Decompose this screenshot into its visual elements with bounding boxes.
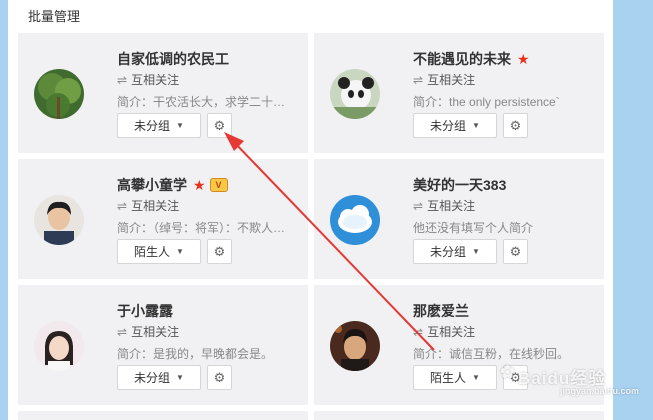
mutual-follow-icon: ⇌ [413,324,424,339]
caret-down-icon: ▼ [176,121,184,130]
gear-icon: ⚙ [509,243,522,259]
group-select-button[interactable]: 未分组 ▼ [117,113,201,138]
settings-button[interactable]: ⚙ [207,113,232,138]
red-star-icon: ★ [193,177,206,193]
user-card: 高攀小童学 ★ V ⇌ 互相关注 简介：（绰号：将军）：不欺人… 陌生人 ▼ ⚙ [18,159,308,279]
user-intro: 简介：the only persistence` [413,95,560,109]
gear-icon: ⚙ [213,369,226,385]
user-card: 于小露露 ⇌ 互相关注 简介：是我的，早晚都会是。 未分组 ▼ ⚙ [18,285,308,405]
baidu-watermark: ✿ Baidu经验 jingyan.baidu.com [500,358,650,402]
caret-down-icon: ▼ [176,247,184,256]
user-card-partial [18,411,308,420]
gear-icon: ⚙ [509,117,522,133]
settings-button[interactable]: ⚙ [503,239,528,264]
user-card-partial [314,411,604,420]
group-select-button[interactable]: 未分组 ▼ [117,365,201,390]
settings-button[interactable]: ⚙ [207,365,232,390]
group-select-button[interactable]: 陌生人 ▼ [413,365,497,390]
settings-button[interactable]: ⚙ [503,113,528,138]
user-name[interactable]: 那麽爱兰 [413,301,469,321]
user-card: 不能遇见的未来 ★ ⇌ 互相关注 简介：the only persistence` … [314,33,604,153]
group-select-button[interactable]: 未分组 ▼ [413,239,497,264]
user-name[interactable]: 于小露露 [117,301,173,321]
follow-status: ⇌ 互相关注 [117,72,180,88]
watermark-url: jingyan.baidu.com [560,386,640,396]
caret-down-icon: ▼ [176,373,184,382]
user-avatar[interactable] [34,69,84,119]
user-name[interactable]: 美好的一天383 [413,175,506,195]
user-intro: 他还没有填写个人简介 [413,221,534,235]
user-intro: 简介：干农活长大，求学二十余年… [117,95,297,109]
follow-management-panel: 批量管理 自家低调的农民工 ⇌ 互相关注 简介：干农活长大，求学二十余年… 未分组… [8,0,613,420]
user-avatar[interactable] [330,69,380,119]
user-avatar[interactable] [330,195,380,245]
batch-manage-link[interactable]: 批量管理 [28,6,80,25]
user-avatar[interactable] [34,195,84,245]
settings-button[interactable]: ⚙ [207,239,232,264]
vip-badge-icon: V [209,178,228,192]
user-name[interactable]: 高攀小童学 ★ V [117,175,228,195]
gear-icon: ⚙ [213,117,226,133]
follow-status: ⇌ 互相关注 [117,324,180,340]
user-avatar[interactable] [34,321,84,371]
follow-status: ⇌ 互相关注 [413,72,476,88]
user-intro: 简介：是我的，早晚都会是。 [117,347,274,361]
mutual-follow-icon: ⇌ [413,72,424,87]
follow-status: ⇌ 互相关注 [117,198,180,214]
red-star-icon: ★ [517,51,530,67]
mutual-follow-icon: ⇌ [413,198,424,213]
user-name[interactable]: 自家低调的农民工 [117,49,229,69]
follow-status: ⇌ 互相关注 [413,198,476,214]
follow-status: ⇌ 互相关注 [413,324,476,340]
paw-logo-icon: ✿ [500,362,516,382]
mutual-follow-icon: ⇌ [117,198,128,213]
mutual-follow-icon: ⇌ [117,324,128,339]
user-card: 自家低调的农民工 ⇌ 互相关注 简介：干农活长大，求学二十余年… 未分组 ▼ ⚙ [18,33,308,153]
group-select-button[interactable]: 陌生人 ▼ [117,239,201,264]
group-select-button[interactable]: 未分组 ▼ [413,113,497,138]
caret-down-icon: ▼ [472,247,480,256]
user-name[interactable]: 不能遇见的未来 ★ [413,49,530,69]
user-intro: 简介：（绰号：将军）：不欺人… [117,221,286,235]
caret-down-icon: ▼ [472,373,480,382]
user-card: 美好的一天383 ⇌ 互相关注 他还没有填写个人简介 未分组 ▼ ⚙ [314,159,604,279]
gear-icon: ⚙ [213,243,226,259]
mutual-follow-icon: ⇌ [117,72,128,87]
user-avatar[interactable] [330,321,380,371]
caret-down-icon: ▼ [472,121,480,130]
